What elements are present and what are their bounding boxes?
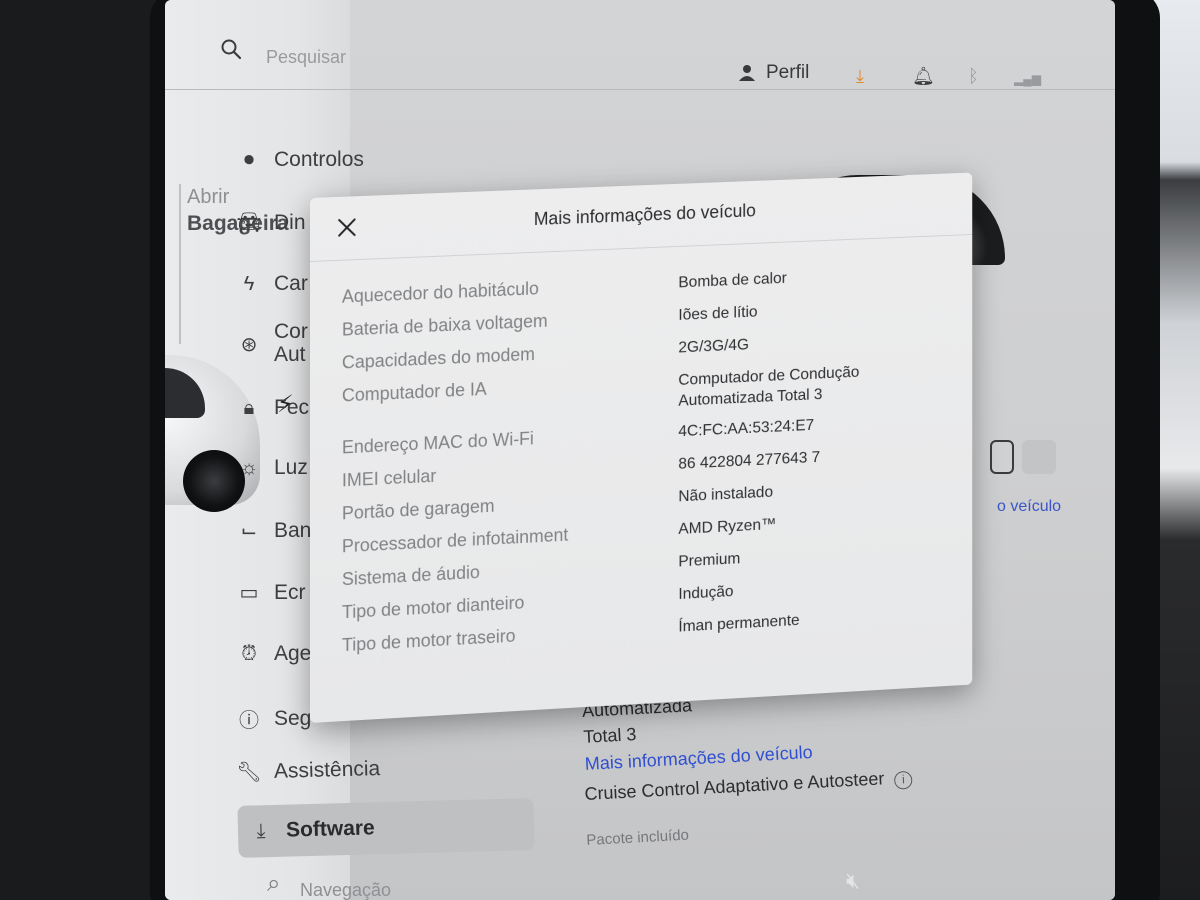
nav-item-service[interactable]: 🔧︎ Assistência xyxy=(232,756,381,785)
nav-item-dynamics[interactable]: 🚘︎ Din xyxy=(232,210,306,235)
nav-label: Assistência xyxy=(273,756,381,783)
nav-label: Controlos xyxy=(274,148,364,171)
search-input[interactable] xyxy=(266,44,486,70)
nav-label: Software xyxy=(285,816,375,842)
option-tile[interactable] xyxy=(990,440,1014,474)
wrench-icon: 🔧︎ xyxy=(236,761,263,784)
row-value: Premium xyxy=(678,550,741,571)
profile-icon xyxy=(739,65,755,81)
row-value: 4C:FC:AA:53:24:E7 xyxy=(678,417,815,441)
nav-label-line2: Aut xyxy=(274,343,306,366)
nav-label: Car xyxy=(274,272,308,295)
nav-label: Fec xyxy=(274,396,310,419)
bolt-icon: ϟ xyxy=(243,272,255,295)
mute-icon[interactable]: 🔇︎ xyxy=(846,868,860,894)
car-icon: 🚘︎ xyxy=(236,212,262,234)
nav-item-safety[interactable]: ⓘ Seg xyxy=(232,704,311,733)
nav-label: Age xyxy=(274,642,312,665)
row-value: Computador de Condução Automatizada Tota… xyxy=(678,362,859,412)
modal-title: Mais informações do veículo xyxy=(533,200,756,230)
vehicle-info-modal: Mais informações do veículo Aquecedor do… xyxy=(310,172,973,723)
light-icon: ☼ xyxy=(239,456,259,479)
nav-label: Navegação xyxy=(300,880,392,900)
screen-icon: ▭ xyxy=(239,582,259,604)
lock-icon: 🔒︎ xyxy=(243,396,255,419)
nav-item-charging[interactable]: ϟ Car xyxy=(232,272,308,296)
info-icon: ⓘ xyxy=(239,710,259,732)
download-icon: ⤓ xyxy=(256,819,266,842)
more-info-link-fragment[interactable]: o veículo xyxy=(997,498,1061,516)
nav-label: Ban xyxy=(274,518,312,542)
seat-icon: ⌙ xyxy=(240,520,258,542)
nav-item-software[interactable]: ⤓ Software xyxy=(237,798,535,858)
row-value: 2G/3G/4G xyxy=(678,336,749,357)
trunk-divider xyxy=(179,184,181,344)
row-value: Iões de lítio xyxy=(678,303,758,324)
trunk-open-label[interactable]: Abrir xyxy=(187,186,229,209)
search-icon[interactable] xyxy=(220,38,242,60)
nav-item-autopilot[interactable]: ⊛ Cor Aut xyxy=(232,320,308,366)
search-icon[interactable]: ⌕ xyxy=(267,870,280,898)
row-value: Não instalado xyxy=(678,483,774,506)
alarm-icon: ⏰︎ xyxy=(241,642,257,665)
info-icon[interactable]: i xyxy=(893,770,913,790)
profile-label: Perfil xyxy=(766,62,810,83)
nav-item-display[interactable]: ▭ Ecr xyxy=(232,580,306,605)
nav-label: Cor xyxy=(274,320,308,343)
info-table: Aquecedor do habitáculo Bomba de calor B… xyxy=(342,255,955,662)
nav-label: Seg xyxy=(274,706,312,730)
bell-icon[interactable]: 🔔︎ xyxy=(912,66,935,87)
row-value: 86 422804 277643 7 xyxy=(678,449,821,473)
nav-item-seats[interactable]: ⌙ Ban xyxy=(232,518,312,543)
row-value: Bomba de calor xyxy=(678,270,787,292)
row-value: Indução xyxy=(678,583,734,603)
nav-label: Din xyxy=(274,210,306,234)
download-icon[interactable]: ⤓ xyxy=(856,66,864,87)
row-value: AMD Ryzen™ xyxy=(678,516,777,538)
profile-button[interactable]: Perfil xyxy=(738,62,809,84)
signal-icon: ▂▄▆ xyxy=(1014,72,1041,86)
toggle-icon: ⏺ xyxy=(244,148,254,171)
nav-label: Ecr xyxy=(274,580,306,604)
nav-item-schedule[interactable]: ⏰︎ Age xyxy=(232,642,311,666)
nav-item-locks[interactable]: 🔒︎ Fec xyxy=(232,396,309,420)
nav-item-controls[interactable]: ⏺ Controlos xyxy=(232,148,364,172)
option-tile[interactable] xyxy=(1022,440,1056,474)
nav-label: Luz xyxy=(274,456,308,479)
nav-item-lights[interactable]: ☼ Luz xyxy=(232,456,308,480)
bluetooth-icon[interactable]: ᛒ xyxy=(968,66,979,87)
steering-wheel-icon: ⊛ xyxy=(240,334,258,356)
row-value: Íman permanente xyxy=(678,612,800,636)
nav-item-navigation[interactable]: Navegação xyxy=(300,880,391,900)
